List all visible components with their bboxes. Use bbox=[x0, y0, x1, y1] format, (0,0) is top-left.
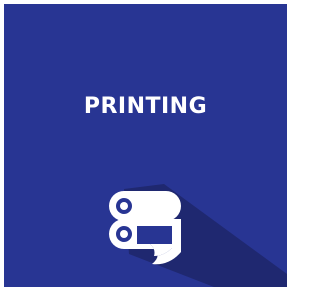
printer-rollers-icon bbox=[109, 184, 287, 287]
printing-category-tile[interactable]: PRINTING bbox=[4, 4, 287, 287]
